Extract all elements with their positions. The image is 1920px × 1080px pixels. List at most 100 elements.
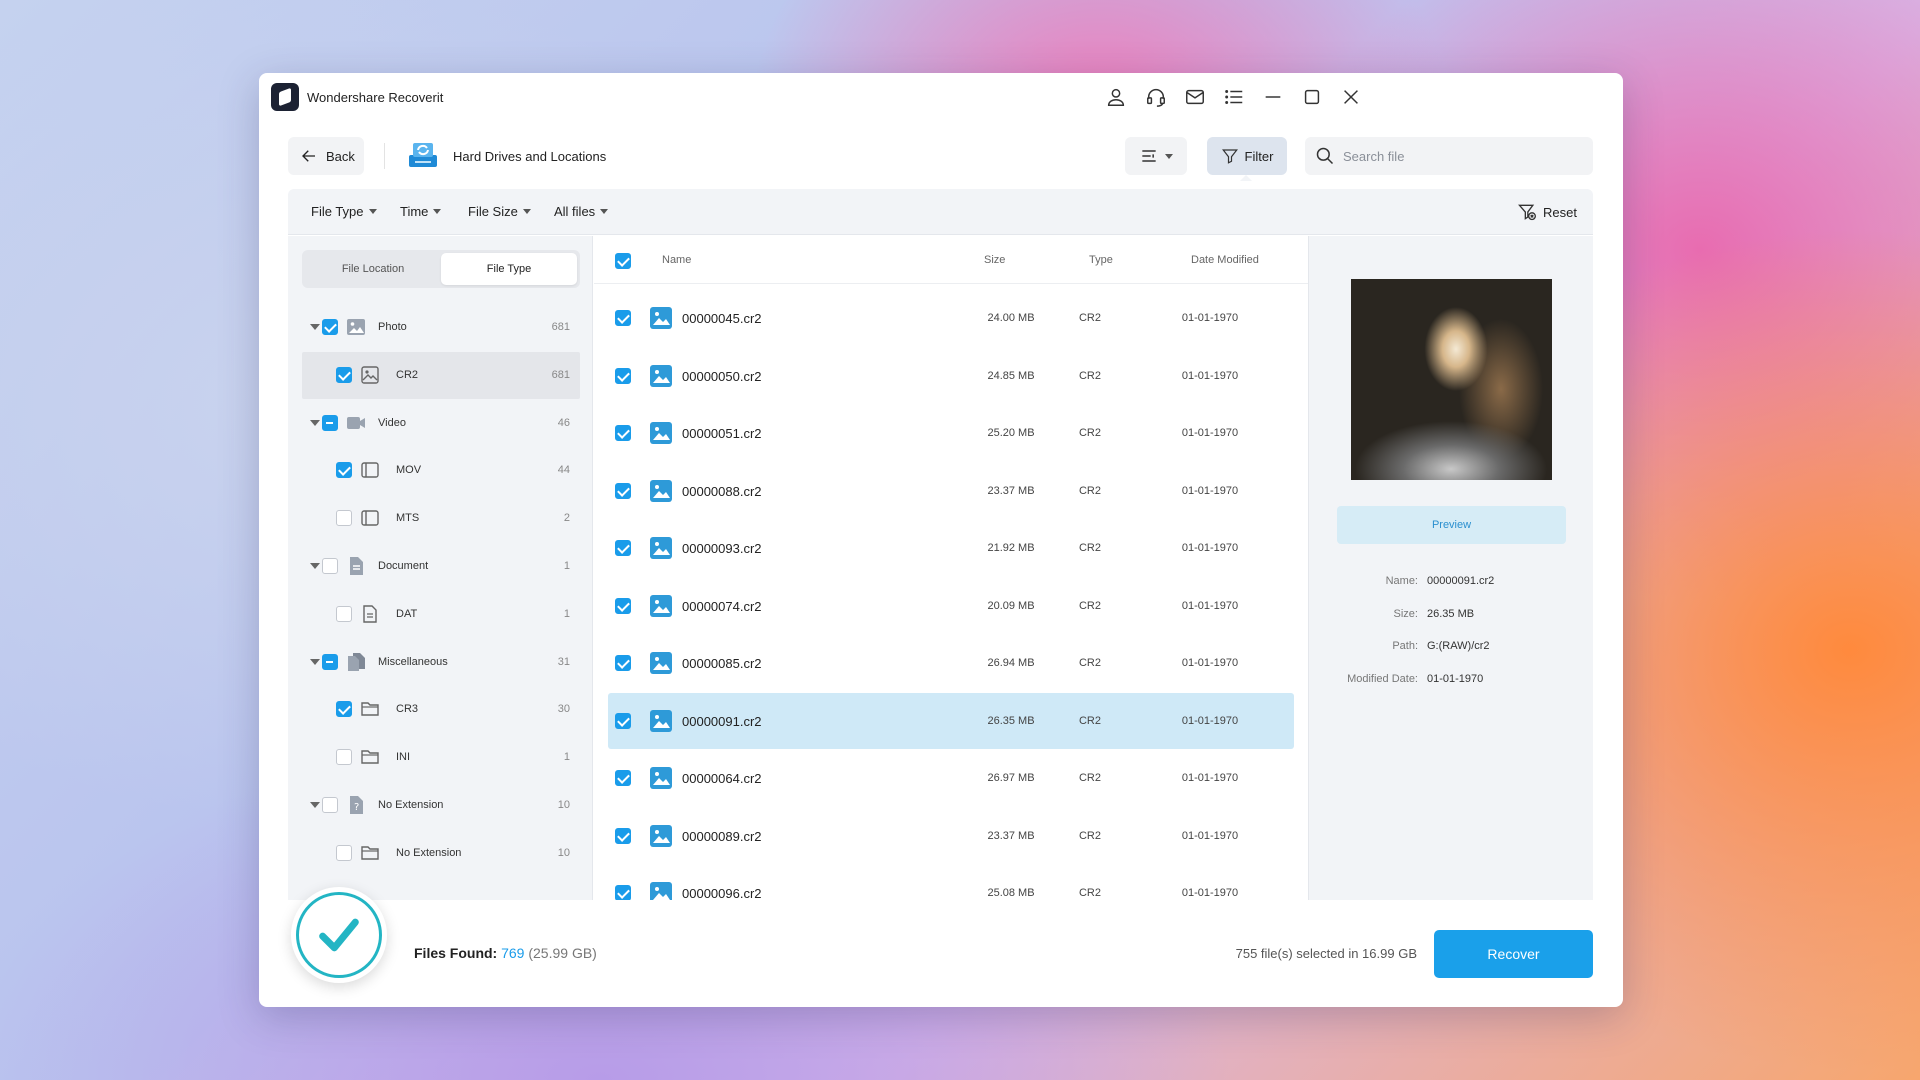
tree-checkbox[interactable] [336,605,352,622]
file-row[interactable]: 00000093.cr2 21.92 MB CR2 01-01-1970 [608,520,1294,576]
arrow-left-icon [302,150,315,162]
tree-item-count: 31 [557,655,570,668]
column-type[interactable]: Type [1089,254,1113,266]
app-logo-icon [271,83,299,111]
column-name[interactable]: Name [662,254,691,266]
tree-item[interactable]: MOV 44 [302,447,580,494]
file-row[interactable]: 00000051.cr2 25.20 MB CR2 01-01-1970 [608,405,1294,461]
tree-item[interactable]: Photo 681 [302,304,580,351]
chevron-down-icon [1165,153,1173,159]
file-row[interactable]: 00000089.cr2 23.37 MB CR2 01-01-1970 [608,808,1294,864]
file-checkbox[interactable] [615,770,631,786]
file-checkbox[interactable] [615,827,631,844]
file-checkbox[interactable] [615,597,631,614]
file-type-dropdown[interactable]: File Type [311,204,377,219]
tree-item[interactable]: ? No Extension 10 [302,782,580,829]
time-dropdown[interactable]: Time [400,204,442,219]
tree-item[interactable]: Video 46 [302,400,580,447]
tree-checkbox[interactable] [336,844,352,861]
tree-item[interactable]: No Extension 10 [302,830,580,877]
minimize-icon[interactable] [1261,85,1285,109]
tree-checkbox[interactable] [336,510,352,527]
caret-down-icon[interactable] [310,419,320,426]
recover-button[interactable]: Recover [1434,930,1593,978]
filter-button[interactable]: Filter [1207,137,1287,175]
file-checkbox[interactable] [615,367,631,384]
file-row[interactable]: 00000045.cr2 24.00 MB CR2 01-01-1970 [608,290,1294,346]
selection-summary: 755 file(s) selected in 16.99 GB [1235,946,1417,961]
tree-checkbox[interactable] [336,749,352,766]
misc-icon [346,652,366,672]
caret-down-icon[interactable] [310,802,320,808]
file-size: 26.97 MB [987,772,1035,784]
headset-icon[interactable] [1144,85,1168,109]
tree-item-count: 1 [563,560,570,572]
preview-panel: Preview Name: 00000091.cr2 Size: 26.35 MB Pa… [1308,236,1593,900]
search-input[interactable] [1343,148,1573,164]
column-size[interactable]: Size [984,254,1005,266]
back-button[interactable]: Back [288,137,364,175]
file-date: 01-01-1970 [1181,312,1239,324]
tab-file-type[interactable]: File Type [441,253,577,285]
file-row[interactable]: 00000050.cr2 24.85 MB CR2 01-01-1970 [608,348,1294,404]
caret-down-icon[interactable] [310,324,320,330]
preview-thumbnail [1351,279,1552,480]
tree-item[interactable]: DAT 1 [302,591,580,638]
file-size: 25.08 MB [987,887,1035,899]
tree-item-count: 46 [557,416,570,429]
tree-item[interactable]: INI 1 [302,734,580,781]
caret-down-icon[interactable] [310,563,320,569]
menu-list-icon[interactable] [1222,85,1246,109]
file-name: 00000085.cr2 [682,656,762,671]
caret-down-icon[interactable] [310,658,320,665]
file-row[interactable]: 00000074.cr2 20.09 MB CR2 01-01-1970 [608,578,1294,634]
tree-item[interactable]: MTS 2 [302,495,580,542]
file-size: 23.37 MB [987,484,1035,497]
tree-checkbox[interactable] [322,653,338,670]
tree-checkbox[interactable] [322,319,338,335]
reset-button[interactable]: Reset [1517,202,1577,222]
tree-item-count: 1 [563,607,570,620]
tree-item[interactable]: Miscellaneous 31 [302,639,580,686]
maximize-icon[interactable] [1300,85,1324,109]
tree-checkbox[interactable] [336,366,352,383]
tree-checkbox[interactable] [322,414,338,431]
file-row[interactable]: 00000064.cr2 26.97 MB CR2 01-01-1970 [608,750,1294,806]
select-all-checkbox[interactable] [615,253,631,269]
photo-icon [346,317,366,337]
tab-file-location[interactable]: File Location [305,253,441,285]
tree-checkbox[interactable] [336,462,352,479]
search-box[interactable] [1305,137,1593,175]
file-checkbox[interactable] [615,310,631,326]
tree-checkbox[interactable] [322,558,338,574]
preview-button[interactable]: Preview [1337,506,1566,544]
tree-item[interactable]: CR2 681 [302,351,580,399]
tree-checkbox[interactable] [322,797,338,813]
file-size-dropdown[interactable]: File Size [468,204,531,219]
file-type: CR2 [1078,657,1101,669]
file-checkbox[interactable] [615,540,631,556]
filter-label: Filter [1244,148,1274,164]
location-title: Hard Drives and Locations [453,149,607,164]
file-checkbox[interactable] [615,712,631,729]
file-row[interactable]: 00000088.cr2 23.37 MB CR2 01-01-1970 [608,463,1294,519]
file-checkbox[interactable] [615,655,631,671]
tree-item-count: 44 [557,464,570,477]
tree-item[interactable]: CR3 30 [302,686,580,733]
user-icon[interactable] [1104,85,1128,109]
file-row[interactable]: 00000096.cr2 25.08 MB CR2 01-01-1970 [608,865,1294,900]
file-checkbox[interactable] [615,425,631,441]
column-date-modified[interactable]: Date Modified [1191,254,1259,266]
all-files-dropdown[interactable]: All files [554,204,609,219]
file-checkbox[interactable] [615,482,631,499]
file-row[interactable]: 00000085.cr2 26.94 MB CR2 01-01-1970 [608,635,1294,691]
document-icon [346,556,366,576]
file-row[interactable]: 00000091.cr2 26.35 MB CR2 01-01-1970 [608,692,1294,749]
meta-row: Path: G:(RAW)/cr2 [1309,640,1594,656]
close-icon[interactable] [1339,85,1363,109]
tree-checkbox[interactable] [336,701,352,718]
view-mode-button[interactable] [1125,137,1187,175]
mail-icon[interactable] [1183,85,1207,109]
tree-item[interactable]: Document 1 [302,543,580,590]
file-checkbox[interactable] [615,885,631,900]
